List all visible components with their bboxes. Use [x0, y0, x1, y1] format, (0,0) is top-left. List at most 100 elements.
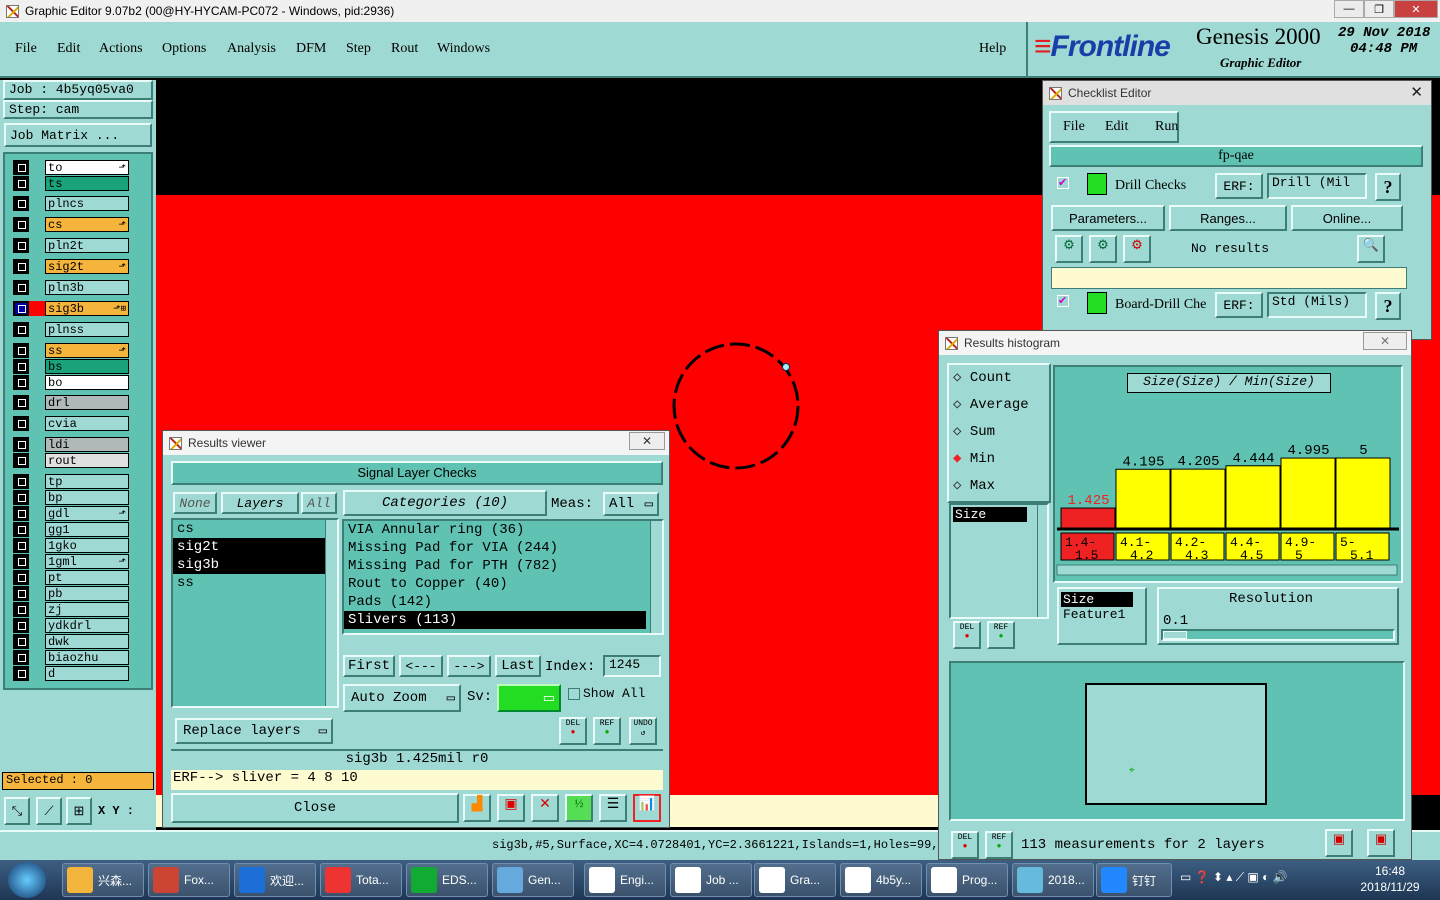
- pan-tool-icon[interactable]: ⤡: [4, 797, 30, 825]
- layer-name[interactable]: pb: [45, 586, 129, 601]
- layer-row-pt[interactable]: pt: [13, 570, 129, 585]
- taskbar-item[interactable]: 钉钉: [1096, 863, 1172, 897]
- menu-edit[interactable]: Edit: [57, 41, 80, 57]
- histogram-field-list[interactable]: Size: [949, 503, 1049, 619]
- list-item[interactable]: Missing Pad for VIA (244): [344, 539, 662, 557]
- field-item[interactable]: Size: [953, 507, 1027, 522]
- layer-row-ydkdrl[interactable]: ydkdrl: [13, 618, 129, 633]
- taskbar-item[interactable]: Gen...: [492, 863, 574, 897]
- layer-checkbox[interactable]: [13, 538, 29, 553]
- run-check-alt-icon[interactable]: ⚙: [1089, 235, 1117, 263]
- layers-button[interactable]: Layers: [221, 492, 299, 514]
- layer-row-zj[interactable]: zj: [13, 602, 129, 617]
- layer-checkbox[interactable]: [13, 437, 29, 452]
- layer-name[interactable]: gg1: [45, 522, 129, 537]
- layer-row-drl[interactable]: drl: [13, 395, 129, 410]
- list-item[interactable]: cs: [173, 520, 337, 538]
- preview-del-button[interactable]: DEL ●: [951, 831, 979, 859]
- close-window-button[interactable]: ✕: [1394, 0, 1438, 18]
- layer-name[interactable]: drl: [45, 395, 129, 410]
- mode-max[interactable]: ◇ Max: [953, 477, 995, 494]
- step-icon[interactable]: ½: [565, 794, 593, 822]
- layer-checkbox[interactable]: [13, 490, 29, 505]
- layer-name[interactable]: ts: [45, 176, 129, 191]
- histogram-icon[interactable]: 📊: [633, 794, 661, 822]
- list-icon[interactable]: ☰: [599, 794, 627, 822]
- layer-name[interactable]: 1gml ⬏: [45, 554, 129, 569]
- layer-checkbox[interactable]: [13, 666, 29, 681]
- layer-name[interactable]: bp: [45, 490, 129, 505]
- layer-name[interactable]: zj: [45, 602, 129, 617]
- sv-color-dropdown[interactable]: ▭: [497, 684, 561, 712]
- layer-name[interactable]: bo: [45, 375, 129, 390]
- layer-row-pln3b[interactable]: pln3b: [13, 280, 129, 295]
- mode-min[interactable]: ◆ Min: [953, 450, 995, 467]
- layer-row-ss[interactable]: ss ⬏: [13, 343, 129, 358]
- menu-step[interactable]: Step: [346, 41, 371, 57]
- undo-button[interactable]: UNDO ↺: [629, 717, 657, 745]
- layer-name[interactable]: biaozhu: [45, 650, 129, 665]
- layer-checkbox[interactable]: [13, 554, 29, 569]
- layer-row-d[interactable]: d: [13, 666, 129, 681]
- layer-name[interactable]: bs: [45, 359, 129, 374]
- all-button[interactable]: All: [301, 492, 337, 514]
- layer-row-bo[interactable]: bo: [13, 375, 129, 390]
- mode-count[interactable]: ◇ Count: [953, 369, 1012, 386]
- prev-button[interactable]: <---: [399, 655, 443, 677]
- list-item[interactable]: Rout to Copper (40): [344, 575, 662, 593]
- check2-erf-button[interactable]: ERF:: [1215, 292, 1263, 318]
- layer-name[interactable]: ydkdrl: [45, 618, 129, 633]
- layer-name[interactable]: pt: [45, 570, 129, 585]
- layer-row-biaozhu[interactable]: biaozhu: [13, 650, 129, 665]
- layer-checkbox[interactable]: [13, 196, 29, 211]
- layer-row-sig3b[interactable]: sig3b ⬏⊞: [13, 301, 129, 316]
- histogram-preview[interactable]: ⌖: [949, 661, 1405, 821]
- layer-checkbox[interactable]: [13, 506, 29, 521]
- layer-checkbox[interactable]: [13, 280, 29, 295]
- taskbar-item[interactable]: 兴森...: [62, 863, 144, 897]
- layer-checkbox[interactable]: [13, 359, 29, 374]
- parameters-button[interactable]: Parameters...: [1051, 205, 1165, 231]
- first-button[interactable]: First: [343, 655, 395, 677]
- layer-row-sig2t[interactable]: sig2t ⬏: [13, 259, 129, 274]
- resolution-slider[interactable]: [1161, 629, 1395, 641]
- check1-help-button[interactable]: ?: [1375, 173, 1401, 201]
- layer-name[interactable]: rout: [45, 453, 129, 468]
- layer-name[interactable]: d: [45, 666, 129, 681]
- layer-row-rout[interactable]: rout: [13, 453, 129, 468]
- checklist-close[interactable]: ✕: [1410, 83, 1423, 101]
- layer-checkbox[interactable]: [13, 395, 29, 410]
- taskbar-item[interactable]: 4b5y...: [840, 863, 922, 897]
- taskbar-item[interactable]: EDS...: [406, 863, 488, 897]
- menu-analysis[interactable]: Analysis: [227, 41, 276, 57]
- layer-row-dwk[interactable]: dwk: [13, 634, 129, 649]
- layer-checkbox[interactable]: [13, 322, 29, 337]
- ref-button[interactable]: REF ●: [593, 717, 621, 745]
- start-button[interactable]: [8, 862, 46, 898]
- menu-rout[interactable]: Rout: [391, 41, 418, 57]
- layer-checkbox[interactable]: [13, 238, 29, 253]
- layer-row-pln2t[interactable]: pln2t: [13, 238, 129, 253]
- layer-checkbox[interactable]: [13, 160, 29, 175]
- menu-windows[interactable]: Windows: [437, 41, 490, 57]
- layer-checkbox[interactable]: [13, 453, 29, 468]
- menu-help[interactable]: Help: [979, 41, 1006, 57]
- layer-checkbox[interactable]: [13, 522, 29, 537]
- auto-zoom-dropdown[interactable]: Auto Zoom ▭: [343, 684, 461, 712]
- taskbar-item[interactable]: Fox...: [148, 863, 230, 897]
- job-matrix-button[interactable]: Job Matrix ...: [4, 123, 152, 147]
- list-item[interactable]: sig3b: [173, 556, 327, 574]
- none-button[interactable]: None: [173, 492, 217, 514]
- meas-dropdown[interactable]: All ▭: [603, 492, 659, 516]
- layer-row-1gml[interactable]: 1gml ⬏: [13, 554, 129, 569]
- layer-list-scrollbar[interactable]: [325, 520, 337, 706]
- print-icon[interactable]: ▣: [1367, 829, 1395, 857]
- tray-icons[interactable]: ▭ ❓ ⬍ ▴ ⟋ ▣ ◐ 🔊: [1180, 870, 1288, 885]
- histogram-del-button[interactable]: DEL ●: [953, 621, 981, 649]
- field-scrollbar[interactable]: [1037, 505, 1047, 617]
- layer-checkbox[interactable]: [13, 474, 29, 489]
- layer-row-cvia[interactable]: cvia: [13, 416, 129, 431]
- minimize-button[interactable]: —: [1334, 0, 1364, 18]
- layer-name[interactable]: sig2t ⬏: [45, 259, 129, 274]
- layer-checkbox[interactable]: [13, 375, 29, 390]
